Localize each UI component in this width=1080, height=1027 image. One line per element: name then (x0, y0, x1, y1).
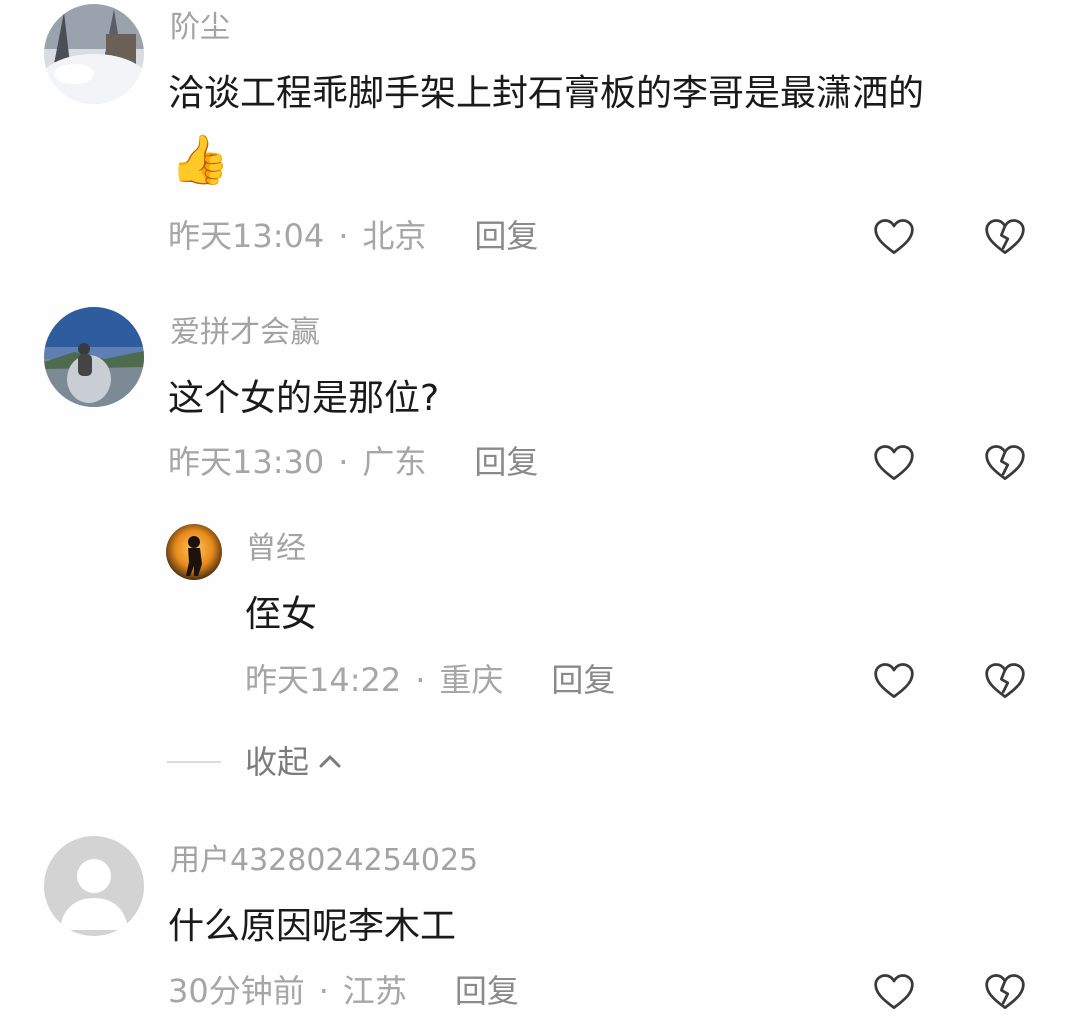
comment-text: 洽谈工程乖脚手架上封石膏板的李哥是最潇洒的 (168, 73, 925, 114)
broken-heart-icon (985, 663, 1025, 698)
heart-outline-icon (874, 974, 914, 1009)
comment-location: 北京 (362, 217, 427, 255)
chevron-up-icon (319, 755, 341, 768)
meta-separator: · (338, 217, 349, 255)
dislike-button[interactable] (982, 214, 1028, 260)
comment-text: 侄女 (245, 594, 318, 635)
comment-text: 这个女的是那位? (168, 378, 440, 419)
broken-heart-icon (985, 219, 1025, 254)
broken-heart-icon (985, 445, 1025, 480)
avatar-outdoor-photo-image (44, 307, 144, 407)
comment-meta: 昨天13:04 · 北京 回复 (168, 220, 538, 252)
default-user-avatar-icon (44, 836, 144, 936)
like-button[interactable] (871, 658, 917, 704)
avatar[interactable] (44, 4, 144, 104)
comment-time: 30分钟前 (168, 972, 305, 1010)
username[interactable]: 用户4328024254025 (170, 846, 478, 876)
broken-heart-icon (985, 974, 1025, 1009)
username[interactable]: 阶尘 (170, 13, 230, 43)
comment-location: 重庆 (439, 661, 504, 699)
heart-outline-icon (874, 445, 914, 480)
reply-button[interactable]: 回复 (455, 975, 519, 1007)
username[interactable]: 爱拼才会赢 (170, 318, 320, 348)
avatar[interactable] (166, 524, 222, 580)
meta-separator: · (318, 972, 329, 1010)
collapse-label: 收起 (245, 743, 310, 781)
dislike-button[interactable] (982, 969, 1028, 1015)
username[interactable]: 曾经 (246, 534, 306, 564)
comment-meta: 30分钟前 · 江苏 回复 (168, 975, 519, 1007)
like-button[interactable] (871, 214, 917, 260)
comment-time: 昨天14:22 (245, 661, 402, 699)
avatar-snow-scene-image (44, 4, 144, 104)
reply-button[interactable]: 回复 (474, 446, 538, 478)
comment-text: 什么原因呢李木工 (168, 906, 457, 947)
dislike-button[interactable] (982, 658, 1028, 704)
divider-line (167, 761, 221, 763)
reply-button[interactable]: 回复 (474, 220, 538, 252)
thumbs-up-emoji: 👍 (170, 132, 230, 188)
comment-location: 江苏 (342, 972, 407, 1010)
comment-meta: 昨天13:30 · 广东 回复 (168, 446, 538, 478)
collapse-replies-button[interactable]: 收起 (167, 742, 345, 782)
meta-separator: · (415, 661, 426, 699)
like-button[interactable] (871, 440, 917, 486)
heart-outline-icon (874, 663, 914, 698)
avatar-silhouette-sunset-image (166, 524, 222, 580)
comment-time: 昨天13:30 (168, 443, 325, 481)
comment-meta: 昨天14:22 · 重庆 回复 (245, 664, 615, 696)
heart-outline-icon (874, 219, 914, 254)
comment-location: 广东 (362, 443, 427, 481)
avatar[interactable] (44, 836, 144, 936)
comment-time: 昨天13:04 (168, 217, 325, 255)
meta-separator: · (338, 443, 349, 481)
dislike-button[interactable] (982, 440, 1028, 486)
like-button[interactable] (871, 969, 917, 1015)
reply-button[interactable]: 回复 (551, 664, 615, 696)
avatar[interactable] (44, 307, 144, 407)
